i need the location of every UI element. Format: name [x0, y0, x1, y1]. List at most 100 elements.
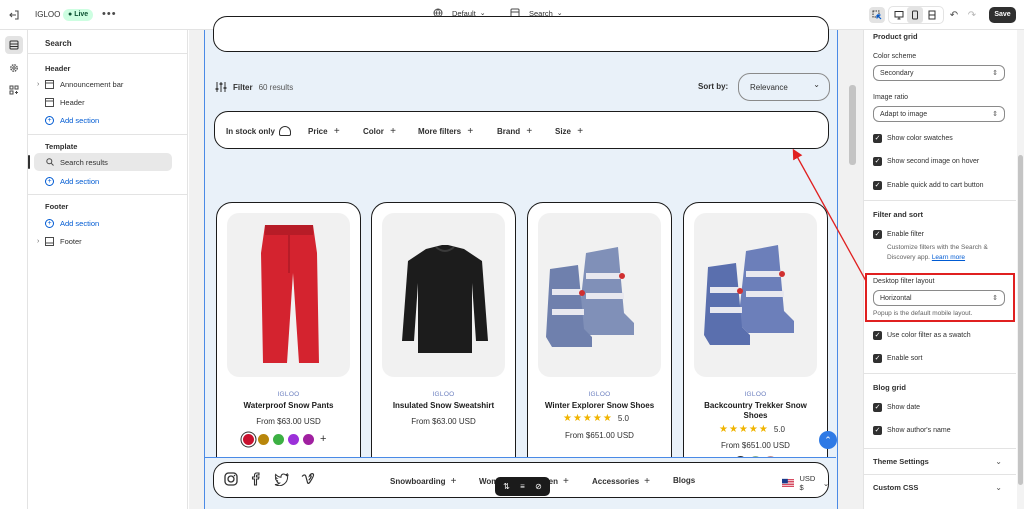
scroll-top-button[interactable]: ⌃ [819, 431, 837, 449]
add-section-footer[interactable]: + Add section [28, 214, 188, 232]
second-image-checkbox[interactable]: ✓ [873, 157, 882, 166]
product-card[interactable]: IGLOO Insulated Snow Sweatshirt From $63… [371, 202, 516, 482]
filter-in-stock[interactable]: In stock only [226, 126, 291, 136]
add-section-label: Add section [60, 218, 100, 228]
filter-price[interactable]: Price + [308, 126, 340, 137]
select-chevrons-icon: ⇕ [992, 111, 998, 118]
color-swatch[interactable] [243, 433, 254, 445]
blog-grid-title: Blog grid [873, 383, 906, 392]
footer-nav-blogs[interactable]: Blogs [673, 476, 695, 485]
filter-size[interactable]: Size + [555, 126, 583, 137]
add-section-header[interactable]: + Add section [28, 111, 188, 129]
product-rating: ★★★★★ 5.0 [563, 413, 629, 424]
currency-selector[interactable]: USD $ ⌄ [782, 474, 829, 492]
preview-scrollbar[interactable] [849, 85, 856, 165]
learn-more-link[interactable]: Learn more [932, 254, 965, 261]
desktop-filter-select[interactable]: Horizontal ⇕ [873, 290, 1005, 306]
sidebar-item-footer[interactable]: › Footer [28, 232, 188, 250]
product-title[interactable]: Winter Explorer Snow Shoes [536, 401, 663, 411]
product-brand: IGLOO [277, 391, 300, 398]
sort-select[interactable]: Relevance ⌄ [738, 73, 830, 101]
custom-css-section[interactable]: Custom CSS ⌄ [864, 474, 1016, 500]
product-card[interactable]: IGLOO Waterproof Snow Pants From $63.00 … [216, 202, 361, 482]
gear-icon[interactable] [5, 59, 23, 77]
filter-color[interactable]: Color + [363, 126, 396, 137]
product-card[interactable]: IGLOO Winter Explorer Snow Shoes ★★★★★ 5… [527, 202, 672, 482]
filter-toggle[interactable]: Filter 60 results [215, 81, 293, 93]
enable-filter-checkbox[interactable]: ✓ [873, 230, 882, 239]
image-ratio-select[interactable]: Adapt to image ⇕ [873, 106, 1005, 122]
sidebar-item-label: Search results [60, 157, 108, 167]
hide-icon[interactable]: ⊘ [535, 482, 542, 491]
filter-sliders-icon [215, 82, 227, 92]
show-author-checkbox[interactable]: ✓ [873, 426, 882, 435]
vimeo-icon[interactable] [301, 472, 315, 486]
redo-icon[interactable]: ↷ [964, 7, 980, 23]
select-chevrons-icon: ⇕ [992, 295, 998, 302]
panel-scrollbar-thumb[interactable] [1018, 155, 1023, 485]
color-scheme-label: Color scheme [873, 53, 917, 60]
settings-panel: Product grid Color scheme Secondary ⇕ Im… [863, 30, 1024, 509]
exit-icon[interactable] [6, 7, 22, 23]
filter-brand[interactable]: Brand + [497, 126, 532, 137]
color-swatch-filter-checkbox[interactable]: ✓ [873, 331, 882, 340]
footer-nav-accessories[interactable]: Accessories + [592, 476, 650, 487]
plus-icon: + [390, 126, 396, 137]
divider [28, 53, 188, 54]
color-scheme-select[interactable]: Secondary ⇕ [873, 65, 1005, 81]
product-price: From $651.00 USD [721, 441, 790, 450]
mobile-icon[interactable] [907, 7, 923, 23]
instagram-icon[interactable] [224, 472, 238, 486]
add-section-template[interactable]: + Add section [28, 172, 188, 190]
theme-settings-section[interactable]: Theme Settings ⌄ [864, 448, 1016, 474]
footer-nav-snowboarding[interactable]: Snowboarding + [390, 476, 456, 487]
more-menu-icon[interactable]: ••• [102, 8, 117, 20]
store-name: IGLOO [35, 10, 61, 19]
twitter-icon[interactable] [274, 472, 289, 486]
filter-label: Price [308, 127, 328, 136]
product-title[interactable]: Insulated Snow Sweatshirt [380, 401, 507, 411]
product-title[interactable]: Waterproof Snow Pants [225, 401, 352, 411]
save-button[interactable]: Save [989, 7, 1016, 23]
more-swatches-icon[interactable]: + [320, 433, 326, 445]
color-swatch[interactable] [303, 433, 314, 445]
show-swatches-label: Show color swatches [887, 135, 953, 142]
color-scheme-value: Secondary [880, 69, 914, 77]
plus-icon: + [450, 476, 457, 487]
quick-add-checkbox[interactable]: ✓ [873, 181, 882, 190]
enable-sort-label: Enable sort [887, 355, 923, 362]
product-title[interactable]: Backcountry Trekker Snow Shoes [692, 401, 819, 421]
facebook-icon[interactable] [250, 472, 262, 486]
undo-icon[interactable]: ↶ [946, 7, 962, 23]
apps-icon[interactable] [5, 81, 23, 99]
move-up-icon[interactable]: ⇅ [503, 482, 510, 491]
inspector-button[interactable] [869, 7, 885, 23]
desktop-filter-value: Horizontal [880, 294, 912, 302]
sections-icon[interactable] [5, 36, 23, 54]
product-image[interactable] [227, 213, 350, 377]
filter-more[interactable]: More filters + [418, 126, 473, 137]
custom-css-label: Custom CSS [873, 483, 919, 492]
product-image[interactable] [538, 213, 661, 377]
enable-sort-checkbox[interactable]: ✓ [873, 354, 882, 363]
search-icon [46, 158, 54, 166]
sidebar-item-header[interactable]: Header [28, 93, 188, 111]
show-swatches-checkbox[interactable]: ✓ [873, 134, 882, 143]
duplicate-icon[interactable]: ≡ [520, 482, 525, 491]
desktop-icon[interactable] [891, 7, 907, 23]
color-swatch[interactable] [288, 433, 299, 445]
color-swatch[interactable] [258, 433, 269, 445]
show-date-checkbox[interactable]: ✓ [873, 403, 882, 412]
product-image[interactable] [694, 213, 817, 377]
chevron-down-icon: ⌄ [995, 483, 1002, 492]
sidebar-item-search-results[interactable]: Search results [28, 153, 172, 171]
color-swatch[interactable] [273, 433, 284, 445]
product-image[interactable] [382, 213, 505, 377]
product-price: From $63.00 USD [411, 417, 476, 426]
product-card[interactable]: IGLOO Backcountry Trekker Snow Shoes ★★★… [683, 202, 828, 482]
toggle-switch[interactable] [278, 126, 291, 136]
fullscreen-icon[interactable] [924, 7, 940, 23]
sidebar-item-announcement-bar[interactable]: › Announcement bar [28, 75, 188, 93]
floating-section-toolbar: ⇅ ≡ ⊘ [495, 477, 550, 496]
sweatshirt-image [402, 245, 488, 353]
